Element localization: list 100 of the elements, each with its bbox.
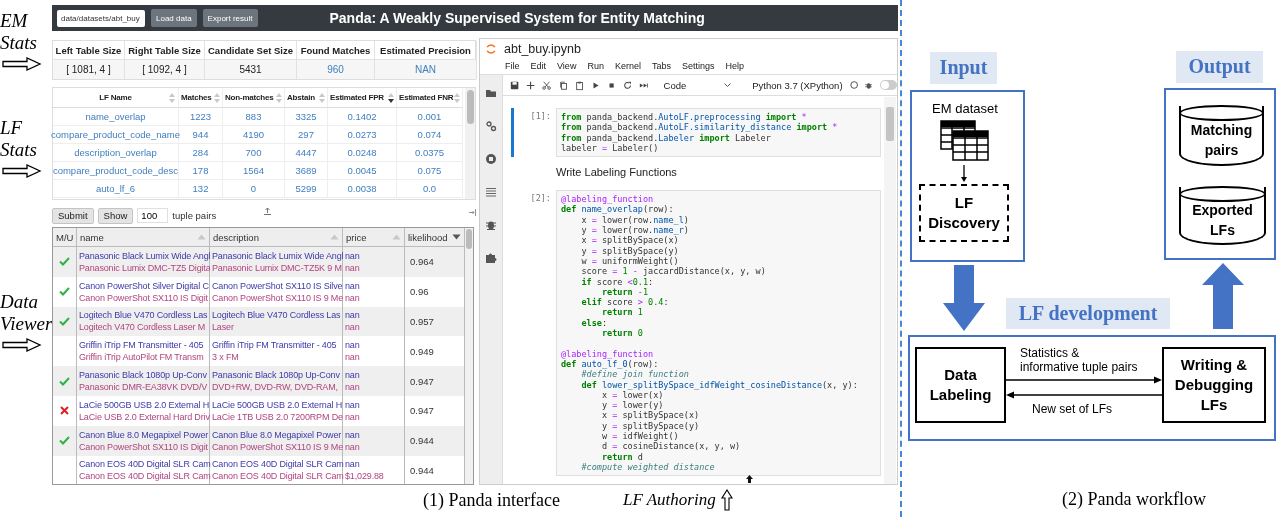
lf-name-link[interactable]: compare_product_code_desc (53, 162, 179, 180)
toolbar-button[interactable]: Export result (202, 9, 258, 27)
menu-item[interactable]: Run (587, 61, 604, 71)
scrollbar[interactable] (465, 228, 473, 484)
column-header[interactable]: Abstain (285, 88, 328, 108)
puzzle-icon[interactable] (485, 252, 497, 264)
code-line: y = lower(row.name_r) (580, 225, 690, 236)
scrollbar[interactable] (465, 88, 475, 199)
plus-icon[interactable] (526, 79, 536, 91)
menu-item[interactable]: View (557, 61, 577, 71)
count-field[interactable]: 100 (137, 208, 169, 223)
lf-name-link[interactable]: auto_lf_6 (53, 180, 179, 198)
arrow-icon (720, 489, 733, 511)
menu-item[interactable]: File (505, 61, 520, 71)
right-record-value: nan (345, 261, 361, 274)
column-header[interactable]: Estimated FNR (397, 88, 463, 108)
column-header[interactable]: name (77, 228, 210, 247)
lf-name-link[interactable]: name_overlap (53, 108, 179, 126)
scissors-icon[interactable] (542, 79, 552, 91)
left-record-value: Logitech Blue V470 Cordless Las (212, 309, 342, 322)
column-header[interactable]: Non-matches (223, 88, 285, 108)
column-header[interactable]: likelihood (405, 228, 465, 247)
table-cell: 0.001 (397, 108, 463, 126)
dataset-label: EM dataset (931, 101, 999, 116)
code-line: elif score > 0.4: (580, 297, 670, 308)
table-cell: 5431 (205, 59, 297, 79)
left-record-value: LaCie 500GB USB 2.0 External H (79, 398, 209, 411)
bug-icon[interactable] (864, 80, 873, 90)
right-record-value: LaCie USB 2.0 External Hard Driv (79, 410, 209, 423)
writing-node: Writing & Debugging LFs (1162, 347, 1266, 423)
right-record-value: $1,029.88 (345, 470, 385, 483)
left-record-value: Canon Blue 8.0 Megapixel Power (212, 428, 342, 441)
left-record-value: Canon EOS 40D Digital SLR Cam (79, 458, 209, 471)
notebook-tab[interactable]: abt_buy.ipynb (504, 41, 581, 56)
column-header[interactable]: M/U (53, 228, 77, 247)
code-line: return -1 (600, 286, 650, 297)
left-record-value: Panasonic Black 1080p Up-Conv (212, 369, 341, 382)
code-line: #define join function (580, 369, 690, 380)
left-record-value: Panasonic Black 1080p Up-Conv (79, 369, 208, 382)
cursor-icon (746, 475, 753, 483)
code-line: w = uniformWeight() (580, 255, 680, 267)
left-record-value: Canon PowerShot Silver Digital C (79, 279, 209, 292)
code-line: d = cosineDistance(x, y, w) (600, 441, 742, 452)
code-line: return 1 (600, 307, 644, 318)
save-icon[interactable] (510, 79, 520, 91)
lf-name-link[interactable]: description_overlap (53, 144, 179, 162)
count-label: tuple pairs (172, 210, 217, 221)
folder-icon[interactable] (485, 87, 497, 99)
debugger-toggle[interactable] (880, 80, 897, 90)
menu-item[interactable]: Edit (530, 61, 547, 71)
gears-icon[interactable] (485, 120, 497, 132)
bug-icon[interactable] (485, 219, 497, 231)
code-line: @labeling_function (561, 348, 655, 359)
code-line: def name_overlap(row): (561, 204, 675, 215)
flow-arrow (1202, 263, 1244, 329)
menu-item[interactable]: Kernel (614, 61, 641, 71)
right-record-value: Panasonic Lumix DMC-TZ5 Digita (79, 261, 209, 274)
left-record-value: Canon PowerShot SX110 IS Silve (212, 279, 342, 292)
menu-item[interactable]: Help (725, 61, 744, 71)
left-record-value: nan (345, 458, 361, 471)
table-cell: 1223 (179, 108, 223, 126)
left-record-value: nan (345, 398, 361, 411)
flow-arrow (943, 265, 985, 331)
menu-item[interactable]: Settings (681, 61, 715, 71)
menu-item[interactable]: Tabs (651, 61, 671, 71)
column-header[interactable]: LF Name (53, 88, 179, 108)
arrow-up-icon[interactable] (264, 207, 271, 215)
arrow-bar-icon[interactable] (469, 209, 476, 216)
lf-name-link[interactable]: compare_product_code_name (53, 126, 179, 144)
database-cylinder: Exported LFs (1179, 187, 1266, 245)
column-header[interactable]: Estimated FPR (328, 88, 397, 108)
toolbar-button[interactable]: Show (97, 207, 134, 224)
code-cell[interactable] (556, 190, 881, 477)
code-line: w = idfWeight() (600, 431, 680, 442)
table-cell: 0.0038 (328, 180, 397, 198)
toolbar-button[interactable]: Load data (151, 9, 197, 27)
likelihood-value: 0.949 (409, 345, 435, 357)
refresh-icon[interactable] (623, 79, 633, 91)
scrollbar[interactable] (884, 97, 896, 484)
copy-icon[interactable] (558, 79, 568, 91)
stop-circle-icon[interactable] (485, 153, 497, 165)
kernel-name[interactable]: Python 3.7 (XPython) (752, 79, 843, 91)
arrow-icon (2, 338, 42, 352)
figure-caption: (2) Panda workflow (1062, 489, 1206, 510)
arrow-icon (2, 57, 42, 71)
paste-icon[interactable] (574, 79, 584, 91)
likelihood-value: 0.96 (409, 286, 430, 298)
right-record-value: nan (345, 291, 361, 304)
column-header[interactable]: Matches (179, 88, 223, 108)
code-cell[interactable]: from panda_backend.AutoLF.preprocessing import * from panda_backend.AutoLF.similarity_distance import * from panda_backend.Labeler import Labeler labeler = Labeler() (556, 108, 881, 158)
column-header[interactable]: description (210, 228, 343, 247)
code-line: return 0 (600, 328, 644, 339)
left-record-value: LaCie 500GB USB 2.0 External H (212, 398, 342, 411)
table-cell: 700 (223, 144, 285, 162)
cell-type-dropdown[interactable]: Code (661, 79, 734, 91)
right-record-value: Griffin iTrip AutoPilot FM Transm (79, 351, 205, 364)
list-icon[interactable] (485, 186, 497, 198)
path-field[interactable]: data/datasets/abt_buy (57, 9, 145, 27)
toolbar-button[interactable]: Submit (52, 207, 94, 224)
column-header[interactable]: price (343, 228, 405, 247)
